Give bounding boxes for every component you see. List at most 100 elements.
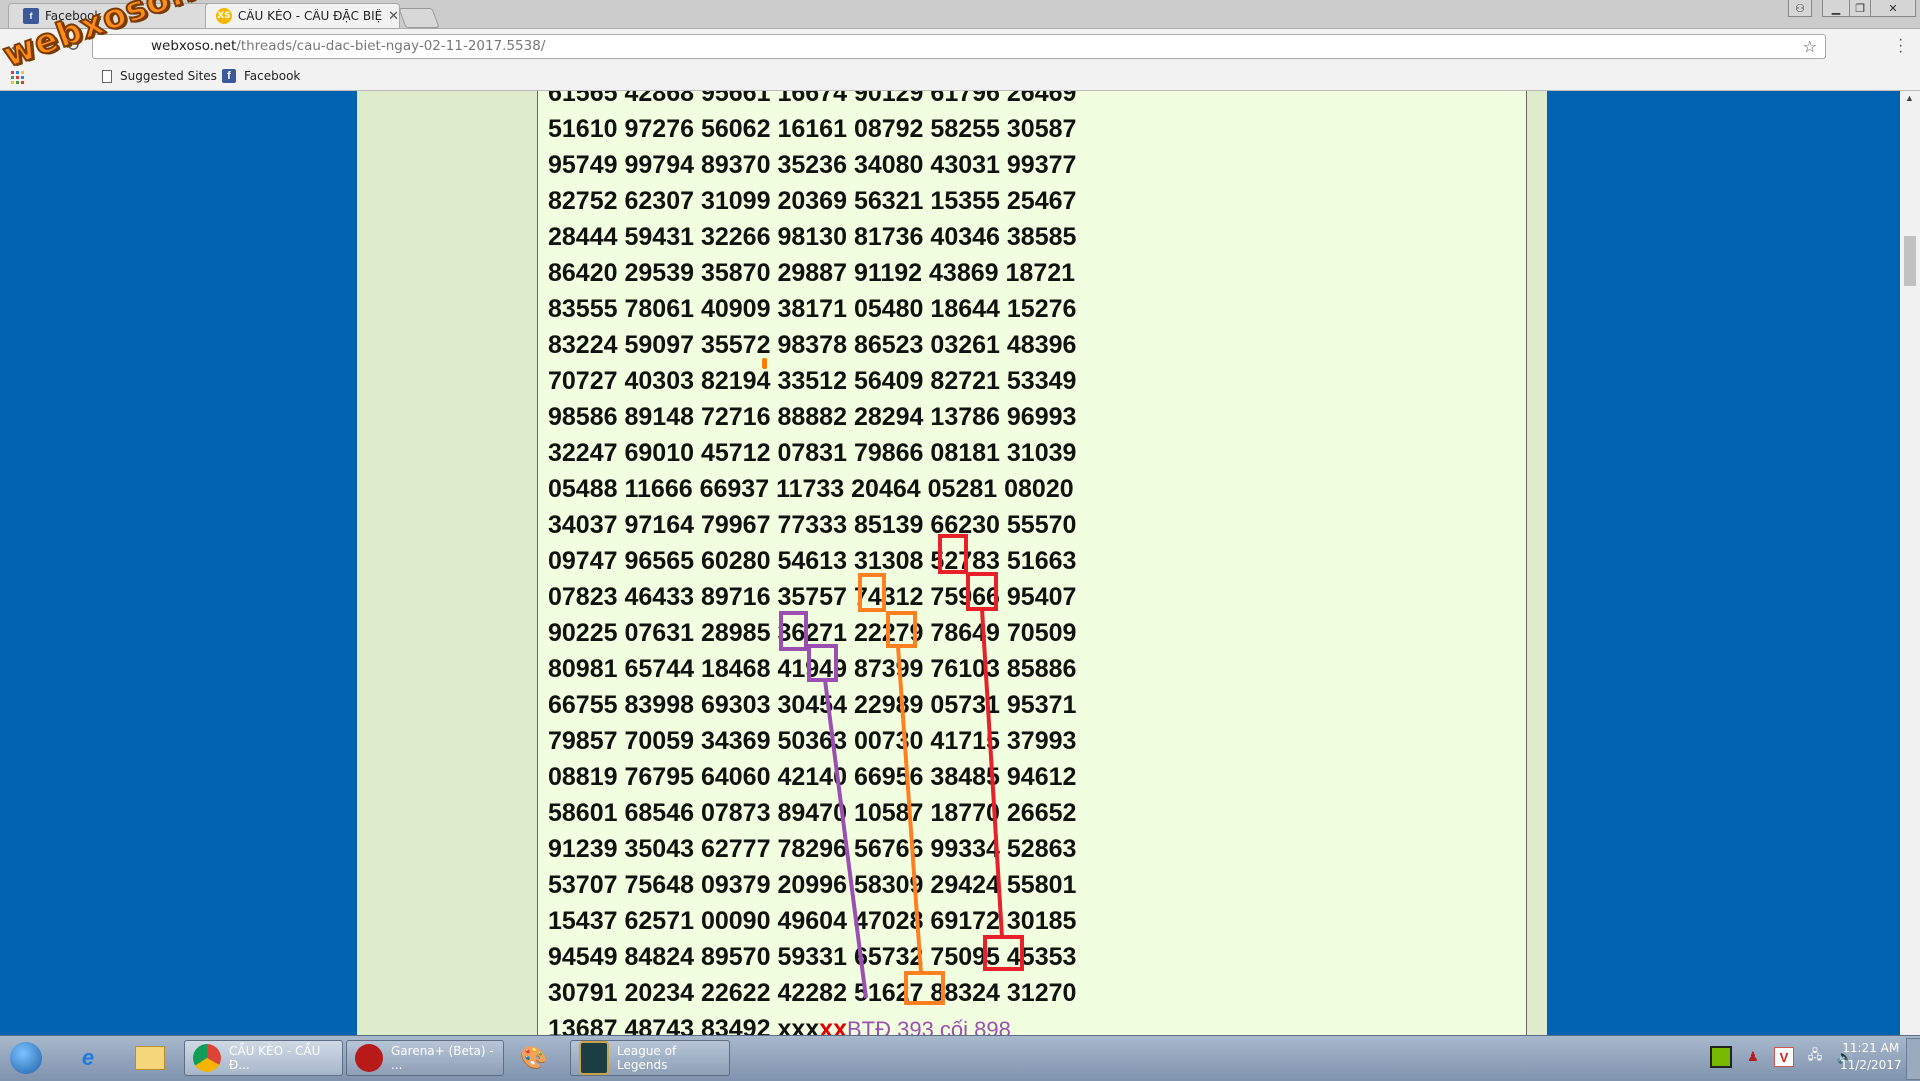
close-window-button[interactable]: ✕	[1870, 0, 1916, 17]
number-cell: 35572	[700, 331, 771, 359]
number-cell: 79866	[853, 439, 924, 467]
number-cell: 75648	[624, 871, 695, 899]
clock[interactable]: 11:21 AM 11/2/2017	[1840, 1040, 1902, 1074]
page-viewport: 61565 42868 95661 16674 90129 61796 2646…	[0, 91, 1900, 1035]
internet-explorer-icon[interactable]: e	[66, 1041, 110, 1075]
number-cell: 08792	[853, 115, 924, 143]
taskbar-item-garena[interactable]: Garena+ (Beta) - ...	[346, 1040, 504, 1076]
number-cell: 38585	[1006, 223, 1077, 251]
number-row: 51610 97276 56062 16161 08792 58255 3058…	[548, 111, 1076, 147]
number-cell: 70059	[624, 727, 695, 755]
scrollbar-thumb[interactable]	[1904, 236, 1916, 286]
address-bar[interactable]: webxoso.net/threads/cau-dac-biet-ngay-02…	[92, 34, 1826, 59]
scroll-up-arrow-icon[interactable]: ▲	[1905, 93, 1914, 103]
number-cell: 91192	[853, 259, 923, 287]
paint-icon[interactable]: 🎨	[512, 1041, 556, 1075]
page-scrollbar[interactable]: ▲	[1900, 91, 1920, 1035]
number-cell: 97164	[624, 511, 695, 539]
number-cell: 28985	[700, 619, 771, 647]
number-cell: 25467	[1006, 187, 1077, 215]
number-cell: 31099	[700, 187, 771, 215]
new-tab-button[interactable]	[398, 8, 440, 28]
number-cell: 00730	[853, 727, 924, 755]
number-cell: 83998	[624, 691, 695, 719]
number-cell: 96993	[1006, 403, 1077, 431]
number-cell: 03261	[930, 331, 1000, 359]
number-cell: 18770	[930, 799, 1000, 827]
number-cell: 98130	[777, 223, 847, 251]
number-row: 58601 68546 07873 89470 10587 18770 2665…	[548, 795, 1076, 831]
number-cell: 89570	[700, 943, 771, 971]
number-cell: 90129	[853, 91, 924, 107]
number-cell: 53707	[548, 871, 618, 899]
network-icon[interactable]: 🖧	[1806, 1047, 1824, 1066]
number-cell: 54613	[777, 547, 847, 575]
number-cell: 66956	[853, 763, 924, 791]
number-cell: 85139	[853, 511, 924, 539]
number-cell: 56766	[853, 835, 924, 863]
number-cell: 88882	[777, 403, 847, 431]
number-cell: 40909	[700, 295, 771, 323]
number-cell: 08181	[930, 439, 1000, 467]
xs-icon: XS	[216, 8, 232, 24]
bookmark-suggested-sites[interactable]: Suggested Sites	[102, 69, 217, 83]
close-tab-icon[interactable]: ✕	[388, 9, 399, 24]
number-cell: 15437	[548, 907, 618, 935]
prediction-note: BTĐ 393 cối 898	[846, 1017, 1011, 1035]
number-cell: 05488	[548, 475, 618, 503]
antivirus-icon[interactable]: V	[1774, 1047, 1794, 1067]
number-cell: 20464	[851, 475, 921, 503]
number-cell: 05281	[927, 475, 998, 503]
number-cell: 37993	[1006, 727, 1077, 755]
number-cell: 35043	[624, 835, 695, 863]
taskbar-item-chrome[interactable]: CẦU KÈO - CẦU Đ...	[184, 1040, 343, 1076]
number-cell: 75095	[930, 943, 1000, 971]
menu-icon[interactable]: · · ·	[1898, 32, 1903, 60]
number-row: 91239 35043 62777 78296 56766 99334 5286…	[548, 831, 1076, 867]
taskbar-item-label: Garena+ (Beta) - ...	[391, 1044, 494, 1072]
nvidia-icon[interactable]	[1710, 1046, 1732, 1068]
number-row: 05488 11666 66937 11733 20464 05281 0802…	[548, 471, 1076, 507]
number-cell: 80981	[548, 655, 618, 683]
number-cell: 08819	[548, 763, 618, 791]
chrome-icon	[193, 1044, 221, 1072]
number-cell: 64060	[700, 763, 771, 791]
post-body: 61565 42868 95661 16674 90129 61796 2646…	[537, 91, 1527, 1035]
system-tray: ♟ V 🖧 🔊	[1710, 1046, 1854, 1068]
number-row: 15437 62571 00090 49604 47028 69172 3018…	[548, 903, 1076, 939]
tab-cau-keo[interactable]: XS CẦU KÈO - CẦU ĐẶC BIỆ ✕	[205, 3, 400, 28]
number-cell: 51627	[853, 979, 924, 1007]
number-cell: 07873	[700, 799, 771, 827]
number-cell: 46433	[624, 583, 695, 611]
number-cell: 20369	[777, 187, 847, 215]
number-cell: 78296	[777, 835, 847, 863]
number-cell: 55570	[1006, 511, 1077, 539]
garena-tray-icon[interactable]: ♟	[1744, 1048, 1762, 1066]
number-cell: 94612	[1006, 763, 1077, 791]
show-desktop-button[interactable]	[1906, 1038, 1920, 1080]
number-cell: 22989	[853, 691, 924, 719]
number-row: 30791 20234 22622 42282 51627 88324 3127…	[548, 975, 1076, 1011]
number-cell: 11733	[776, 475, 845, 503]
start-icon[interactable]	[4, 1041, 48, 1075]
number-cell: 79967	[700, 511, 771, 539]
bookmark-facebook[interactable]: f Facebook	[222, 69, 300, 83]
taskbar-item-league[interactable]: League of Legends	[570, 1040, 730, 1076]
number-cell: 83224	[548, 331, 618, 359]
number-cell: 77333	[777, 511, 847, 539]
number-cell: 08020	[1004, 475, 1074, 503]
number-cell: 07831	[777, 439, 847, 467]
number-cell: 35870	[700, 259, 771, 287]
number-cell: 70727	[548, 367, 618, 395]
number-cell: 43031	[930, 151, 1000, 179]
number-cell: 83555	[548, 295, 618, 323]
number-cell: 76795	[624, 763, 695, 791]
minimize-button[interactable]: ▁	[1822, 0, 1850, 17]
profile-icon[interactable]: ⚇	[1788, 0, 1812, 17]
bookmark-star-icon[interactable]: ☆	[1803, 35, 1817, 58]
number-cell: 07631	[624, 619, 695, 647]
file-explorer-icon[interactable]	[128, 1041, 172, 1075]
number-cell: 72716	[700, 403, 771, 431]
restore-button[interactable]: ❐	[1849, 0, 1871, 17]
number-row: 79857 70059 34369 50363 00730 41715 3799…	[548, 723, 1076, 759]
